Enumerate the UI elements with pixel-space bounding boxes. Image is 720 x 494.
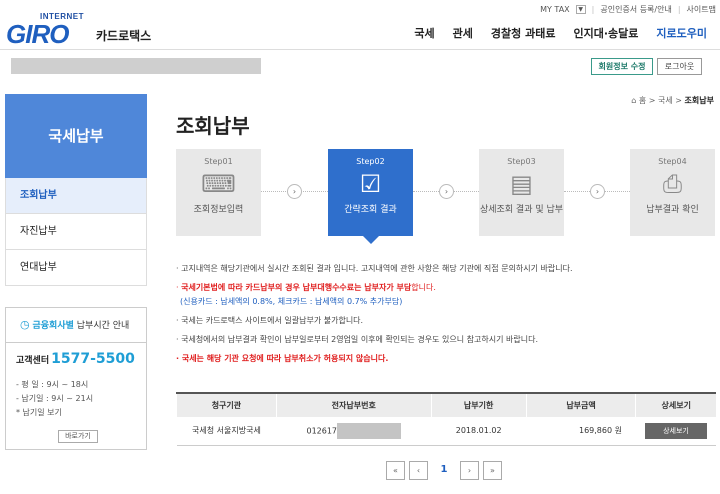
detail-button[interactable]: 상세보기	[644, 422, 707, 439]
sidebar-item-self-pay[interactable]: 자진납부	[5, 214, 147, 250]
pagination: « ‹ 1 › »	[386, 461, 502, 480]
home-icon[interactable]: ⌂	[631, 96, 636, 105]
step-label: 간략조회 결과	[344, 205, 397, 215]
current-page[interactable]: 1	[432, 461, 456, 480]
gnb-item-police-fine[interactable]: 경찰청 과태료	[482, 25, 565, 41]
breadcrumb-l1[interactable]: 국세	[658, 96, 673, 105]
printer-icon: ⎙	[662, 170, 683, 198]
divider: |	[677, 5, 681, 14]
notice-text: 국세는 해당 기관 요청에 따라 납부취소가 허용되지 않습니다.	[181, 354, 389, 363]
gnb-item-help[interactable]: 지로도우미	[647, 25, 716, 41]
fin-hours-label-b: 납부시간 안내	[76, 321, 130, 331]
fin-hours-label-a: 금융회사별	[32, 321, 74, 331]
col-header: 상세보기	[635, 392, 716, 417]
col-header: 청구기관	[176, 392, 277, 417]
customer-center: 고객센터 1577-5500 - 평 일 : 9시 ~ 18시 - 납기일 : 9…	[5, 343, 147, 450]
cs-dueday: - 납기일 : 9시 ~ 21시	[16, 394, 94, 403]
gnb-item-stamp-fee[interactable]: 인지대·송달료	[564, 25, 647, 41]
step-label: 조회정보입력	[193, 205, 244, 215]
chevron-right-icon: ›	[590, 184, 605, 199]
bill-table: 청구기관 전자납부번호 납부기한 납부금액 상세보기 국세청 서울지방국세 01…	[176, 392, 716, 446]
page-title: 조회납부	[176, 114, 250, 138]
col-header: 전자납부번호	[275, 392, 432, 417]
sidebar-item-joint-pay[interactable]: 연대납부	[5, 250, 147, 286]
sidebar-item-inquiry-pay[interactable]: 조회납부	[5, 178, 147, 214]
col-header: 납부금액	[525, 392, 636, 417]
notice-item: · 국세는 해당 기관 요청에 따라 납부취소가 허용되지 않습니다.	[176, 354, 389, 363]
gnb-item-customs[interactable]: 관세	[444, 25, 482, 41]
notice-text: 국세는 카드로택스 사이트에서 일괄납부가 불가합니다.	[181, 316, 364, 325]
step-number: Step03	[507, 157, 536, 166]
cs-phone: 1577-5500	[51, 351, 135, 367]
step-label: 납부결과 확인	[646, 205, 699, 215]
chevron-right-icon: ›	[287, 184, 302, 199]
sidebar-title: 국세납부	[5, 94, 147, 178]
step-number: Step02	[356, 157, 385, 166]
notice-item: · 국세청에서의 납부결과 확인이 납부일로부터 2영업일 이후에 확인되는 경…	[176, 335, 538, 344]
notice-text: 합니다.	[411, 283, 436, 292]
step-4: Step04 ⎙ 납부결과 확인	[630, 149, 715, 236]
utility-nav: MY TAX ▼ | 공인인증서 등록/안내 | 사이트맵	[540, 4, 716, 15]
notice-text: 고지내역은 해당기관에서 실시간 조회된 결과 입니다. 고지내역에 관한 사항…	[181, 264, 573, 273]
monitor-check-icon: ☑	[359, 170, 382, 198]
global-nav: 국세 관세 경찰청 과태료 인지대·송달료 지로도우미	[405, 25, 716, 41]
masked-user-info	[11, 58, 261, 74]
prev-page-button[interactable]: ‹	[409, 461, 428, 480]
breadcrumb: ⌂ 홈 > 국세 > 조회납부	[631, 96, 714, 105]
notice-emphasis: 국세기본법에 따라 카드납부의 경우 납부대행수수료는 납부자가 부담	[181, 283, 412, 292]
gnb-item-national-tax[interactable]: 국세	[405, 25, 443, 41]
cs-dueday-view: * 납기일 보기	[16, 408, 62, 417]
fin-hours-link[interactable]: ◷ 금융회사별 납부시간 안내	[5, 307, 147, 343]
cs-weekday: - 평 일 : 9시 ~ 18시	[16, 380, 89, 389]
notice-text: 국세청에서의 납부결과 확인이 납부일로부터 2영업일 이후에 확인되는 경우도…	[181, 335, 538, 344]
notice-sub: (신용카드 : 납세액의 0.8%, 체크카드 : 납세액의 0.7% 추가부담…	[180, 297, 403, 306]
certificate-link[interactable]: 공인인증서 등록/안내	[600, 4, 671, 15]
table-header-row: 청구기관 전자납부번호 납부기한 납부금액 상세보기	[176, 392, 716, 417]
last-page-button[interactable]: »	[483, 461, 502, 480]
sitemap-link[interactable]: 사이트맵	[687, 4, 716, 15]
member-edit-button[interactable]: 회원정보 수정	[591, 58, 653, 75]
ebill-prefix: 012617	[306, 426, 338, 436]
step-3: Step03 ▤ 상세조회 결과 및 납부	[479, 149, 564, 236]
step-1: Step01 ⌨ 조회정보입력	[176, 149, 261, 236]
breadcrumb-home[interactable]: 홈	[639, 96, 646, 105]
table-row: 국세청 서울지방국세 012617 2018.01.02 169,860 원 상…	[176, 417, 716, 446]
breadcrumb-current: 조회납부	[684, 96, 714, 105]
cell-ebill-no: 012617	[276, 417, 432, 446]
giro-logo[interactable]: GIRO	[6, 19, 69, 50]
cell-due: 2018.01.02	[431, 417, 527, 446]
keyboard-icon: ⌨	[201, 170, 236, 198]
my-tax-link[interactable]: MY TAX	[540, 5, 570, 14]
masked-value	[337, 422, 402, 439]
logout-button[interactable]: 로그아웃	[657, 58, 702, 75]
cs-title: 고객센터	[16, 356, 50, 366]
logo-korean-text: 카드로택스	[96, 29, 152, 43]
step-2: Step02 ☑ 간략조회 결과	[328, 149, 413, 244]
chevron-right-icon: ›	[439, 184, 454, 199]
cell-detail: 상세보기	[635, 417, 716, 446]
clock-icon: ◷	[20, 318, 30, 331]
step-number: Step01	[204, 157, 233, 166]
cell-org: 국세청 서울지방국세	[176, 417, 277, 446]
step-number: Step04	[658, 157, 687, 166]
cs-go-button[interactable]: 바로가기	[58, 430, 98, 443]
dropdown-icon[interactable]: ▼	[575, 5, 586, 14]
next-page-button[interactable]: ›	[460, 461, 479, 480]
step-label: 상세조회 결과 및 납부	[479, 205, 564, 215]
notice-item: · 국세기본법에 따라 카드납부의 경우 납부대행수수료는 납부자가 부담합니다…	[176, 282, 716, 307]
divider: |	[591, 5, 595, 14]
notice-list: · 고지내역은 해당기관에서 실시간 조회된 결과 입니다. 고지내역에 관한 …	[176, 263, 716, 372]
id-card-icon: ▤	[510, 170, 533, 198]
first-page-button[interactable]: «	[386, 461, 405, 480]
header-divider	[0, 49, 720, 50]
cell-amount: 169,860 원	[526, 417, 636, 446]
col-header: 납부기한	[430, 392, 527, 417]
notice-item: · 국세는 카드로택스 사이트에서 일괄납부가 불가합니다.	[176, 316, 364, 325]
notice-item: · 고지내역은 해당기관에서 실시간 조회된 결과 입니다. 고지내역에 관한 …	[176, 264, 573, 273]
